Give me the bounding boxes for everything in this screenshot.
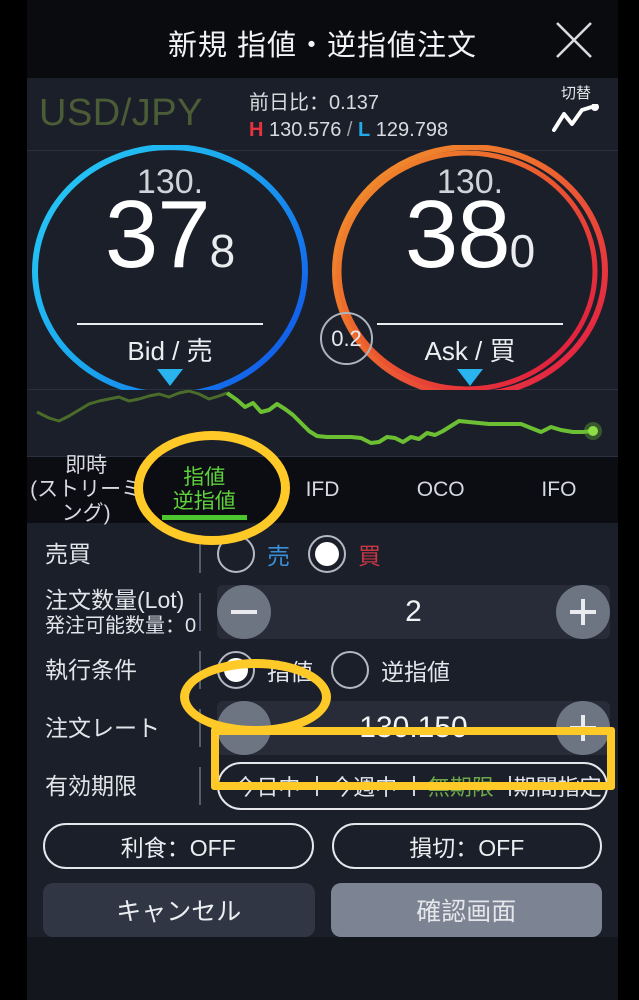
radio-selected-icon bbox=[308, 535, 346, 573]
high-value: 130.576 bbox=[269, 119, 342, 141]
tab-ifo[interactable]: IFO bbox=[500, 457, 618, 523]
order-rate-label: 注文レート bbox=[45, 714, 160, 741]
quantity-label-main: 注文数量(Lot) bbox=[45, 586, 185, 613]
quantity-value[interactable]: 2 bbox=[287, 585, 540, 639]
order-rate-value[interactable]: 130.150 bbox=[287, 701, 540, 755]
symbol-header: USD/JPY 前日比：0.137 H 130.576 / L 129.798 … bbox=[27, 78, 618, 150]
side-option-buy[interactable]: 買 bbox=[308, 535, 381, 573]
condition-option-stop-label: 逆指値 bbox=[381, 659, 450, 685]
price-panel: 130. 378 Bid / 売 130. 380 Ask / 買 0.2 bbox=[27, 145, 618, 397]
side-label: 売買 bbox=[45, 540, 91, 567]
tab-limit-line1: 指値 bbox=[183, 465, 226, 489]
side-option-buy-label: 買 bbox=[358, 543, 381, 569]
bid-price-card[interactable]: 130. 378 Bid / 売 bbox=[27, 145, 313, 397]
quantity-available-label: 発注可能数量：0 bbox=[45, 614, 197, 637]
ask-price-main: 380 bbox=[327, 187, 613, 283]
order-form: 売買 売 買 注文数量(Lot) 発注可能数量：0 2 執行条件 指値 逆指値 … bbox=[27, 523, 618, 937]
ask-small-digit: 0 bbox=[509, 225, 536, 277]
quantity-label: 注文数量(Lot) 発注可能数量：0 bbox=[27, 586, 199, 638]
chart-switch-label: 切替 bbox=[560, 85, 591, 102]
expiry-option-this-week[interactable]: 今週中 bbox=[315, 770, 413, 802]
side-row: 売買 売 買 bbox=[27, 525, 618, 583]
ask-price-card[interactable]: 130. 380 Ask / 買 bbox=[327, 145, 613, 397]
order-rate-plus-icon[interactable] bbox=[556, 701, 610, 755]
high-low-separator: / bbox=[346, 119, 353, 141]
high-badge: H bbox=[249, 119, 264, 141]
order-rate-stepper: 130.150 bbox=[217, 701, 610, 755]
expiry-option-today[interactable]: 今日中 bbox=[219, 770, 316, 802]
quantity-minus-icon[interactable] bbox=[217, 585, 271, 639]
low-badge: L bbox=[358, 119, 371, 141]
price-sparkline bbox=[27, 390, 618, 457]
tab-oco-label: OCO bbox=[416, 477, 465, 501]
radio-selected-icon bbox=[217, 651, 255, 689]
order-rate-body: 130.150 bbox=[201, 701, 618, 755]
ask-down-triangle-icon bbox=[327, 369, 613, 386]
quantity-body: 2 bbox=[201, 585, 618, 639]
execution-condition-label: 執行条件 bbox=[45, 656, 137, 683]
expiry-body: 今日中 今週中 無期限 期間指定 bbox=[201, 762, 618, 810]
chart-switch-button[interactable]: 切替 bbox=[544, 82, 608, 139]
expiry-segment-control: 今日中 今週中 無期限 期間指定 bbox=[217, 762, 608, 810]
action-row: キャンセル 確認画面 bbox=[27, 869, 618, 937]
tp-sl-row: 利食：OFF 損切：OFF bbox=[27, 815, 618, 869]
tab-streaming-line1: 即時 bbox=[65, 453, 108, 477]
condition-option-limit[interactable]: 指値 bbox=[217, 651, 313, 689]
quantity-stepper: 2 bbox=[217, 585, 610, 639]
tab-limit-stop[interactable]: 指値 逆指値 bbox=[145, 457, 263, 523]
stop-loss-button[interactable]: 損切：OFF bbox=[331, 823, 602, 869]
expiry-row: 有効期限 今日中 今週中 無期限 期間指定 bbox=[27, 757, 618, 815]
screenshot-root: 新規 指値・逆指値注文 USD/JPY 前日比：0.137 H 130.576 … bbox=[0, 0, 639, 1000]
radio-unselected-icon bbox=[331, 651, 369, 689]
tab-ifd-label: IFD bbox=[305, 477, 340, 501]
spread-badge: 0.2 bbox=[320, 312, 373, 365]
bid-divider bbox=[77, 323, 263, 325]
quantity-plus-icon[interactable] bbox=[556, 585, 610, 639]
tab-streaming-line2: (ストリーミング) bbox=[30, 477, 143, 526]
tab-limit-line2: 逆指値 bbox=[172, 490, 236, 513]
tab-active-underline bbox=[161, 515, 247, 520]
bid-price-main: 378 bbox=[27, 187, 313, 283]
order-rate-minus-icon[interactable] bbox=[217, 701, 271, 755]
ask-divider bbox=[377, 323, 563, 325]
close-icon[interactable] bbox=[552, 18, 596, 62]
tab-oco[interactable]: OCO bbox=[382, 457, 500, 523]
app-viewport: 新規 指値・逆指値注文 USD/JPY 前日比：0.137 H 130.576 … bbox=[27, 0, 618, 1000]
radio-unselected-icon bbox=[217, 535, 255, 573]
page-title: 新規 指値・逆指値注文 bbox=[167, 30, 478, 62]
quantity-row: 注文数量(Lot) 発注可能数量：0 2 bbox=[27, 583, 618, 641]
bid-label: Bid / 売 bbox=[127, 336, 213, 366]
expiry-label: 有効期限 bbox=[45, 772, 137, 799]
low-value: 129.798 bbox=[375, 119, 449, 141]
expiry-option-custom[interactable]: 期間指定 bbox=[509, 770, 606, 802]
cancel-button[interactable]: キャンセル bbox=[43, 883, 315, 937]
bid-down-triangle-icon bbox=[27, 369, 313, 386]
title-bar: 新規 指値・逆指値注文 bbox=[27, 0, 618, 78]
execution-condition-body: 指値 逆指値 bbox=[201, 651, 618, 689]
order-rate-row: 注文レート 130.150 bbox=[27, 699, 618, 757]
order-type-tabs: 即時 (ストリーミング) 指値 逆指値 IFD OCO IFO bbox=[27, 453, 618, 526]
execution-condition-row: 執行条件 指値 逆指値 bbox=[27, 641, 618, 699]
condition-option-stop[interactable]: 逆指値 bbox=[331, 651, 450, 689]
ask-big-digits: 38 bbox=[404, 181, 511, 288]
bid-small-digit: 8 bbox=[209, 225, 236, 277]
chart-line-icon bbox=[544, 103, 608, 139]
tab-ifd[interactable]: IFD bbox=[263, 457, 381, 523]
side-option-sell[interactable]: 売 bbox=[217, 535, 290, 573]
tab-streaming[interactable]: 即時 (ストリーミング) bbox=[27, 453, 145, 526]
symbol-stats: 前日比：0.137 H 130.576 / L 129.798 bbox=[249, 86, 448, 142]
high-low-row: H 130.576 / L 129.798 bbox=[249, 119, 448, 142]
expiry-option-gtc[interactable]: 無期限 bbox=[412, 770, 510, 802]
tab-ifo-label: IFO bbox=[541, 477, 577, 501]
condition-option-limit-label: 指値 bbox=[267, 659, 313, 685]
bid-big-digits: 37 bbox=[104, 181, 211, 288]
side-body: 売 買 bbox=[201, 535, 618, 573]
previous-day-change: 前日比：0.137 bbox=[249, 92, 380, 114]
currency-pair-label: USD/JPY bbox=[39, 92, 203, 134]
confirm-button[interactable]: 確認画面 bbox=[330, 883, 602, 937]
take-profit-button[interactable]: 利食：OFF bbox=[43, 823, 314, 869]
side-option-sell-label: 売 bbox=[267, 543, 290, 569]
